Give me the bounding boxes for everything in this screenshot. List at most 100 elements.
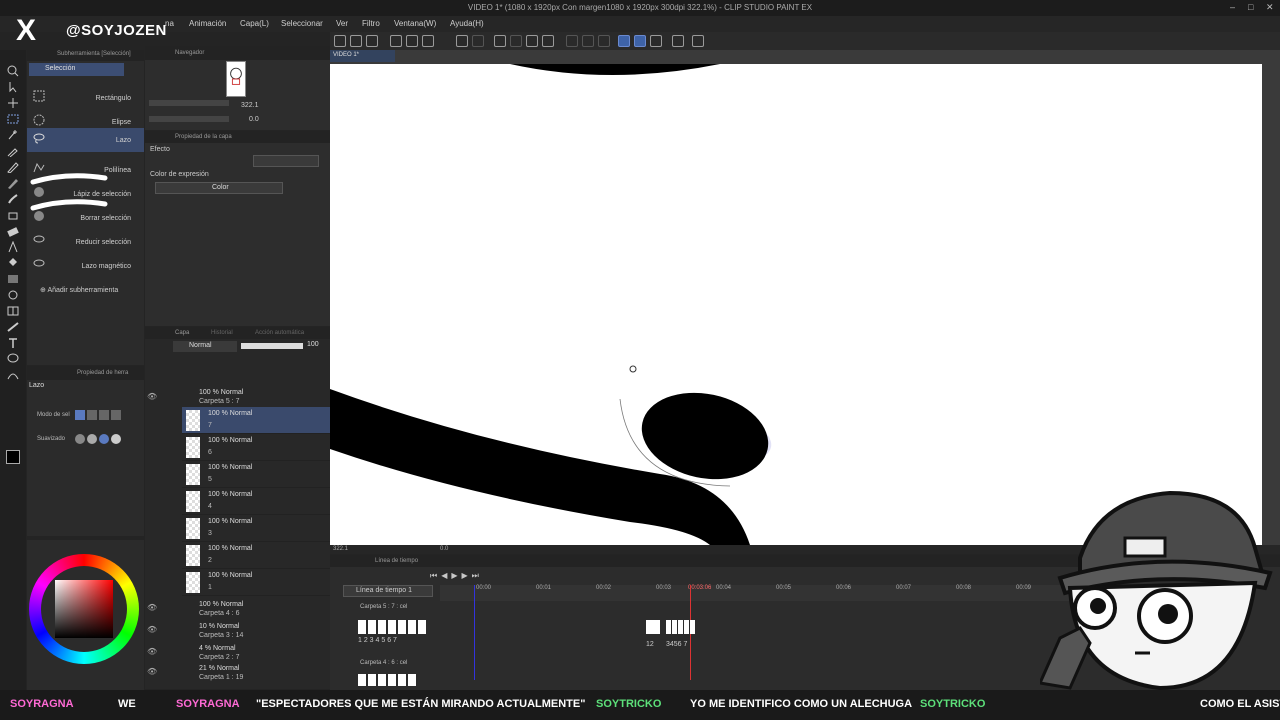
expression-color-select[interactable]: Color bbox=[155, 182, 283, 194]
text-icon[interactable] bbox=[6, 336, 20, 348]
subtool-shrink-selection[interactable]: Reducir selección bbox=[27, 230, 144, 254]
mode-new-icon[interactable] bbox=[75, 410, 85, 420]
operation-icon[interactable] bbox=[6, 80, 20, 93]
undo-icon[interactable] bbox=[456, 35, 468, 47]
blend-mode-select[interactable]: Normal bbox=[173, 341, 237, 352]
layer-row[interactable]: 100 % Normal 7 bbox=[182, 407, 330, 434]
subtool-group-tab[interactable]: Selección bbox=[29, 63, 124, 76]
prev-frame-icon[interactable]: ◀ bbox=[441, 571, 447, 581]
fill-selection-icon[interactable] bbox=[526, 35, 538, 47]
smoothing-weak-icon[interactable] bbox=[87, 434, 97, 444]
figure-icon[interactable] bbox=[6, 288, 20, 300]
layer-row[interactable]: 100 % Normal 6 bbox=[182, 434, 330, 461]
mode-intersect-icon[interactable] bbox=[111, 410, 121, 420]
clear-icon[interactable] bbox=[510, 35, 522, 47]
move-layer-icon[interactable] bbox=[6, 96, 20, 108]
eye-icon[interactable]: 👁 bbox=[147, 667, 157, 676]
close-icon[interactable]: ✕ bbox=[1266, 2, 1274, 13]
layer-row[interactable]: 100 % Normal 4 bbox=[182, 488, 330, 515]
subtool-rectangle[interactable]: Rectángulo bbox=[27, 86, 144, 110]
minimize-icon[interactable]: – bbox=[1230, 2, 1235, 12]
opacity-slider[interactable] bbox=[241, 343, 303, 349]
save-icon[interactable] bbox=[390, 35, 402, 47]
canvas-tab[interactable]: VIDEO 1* bbox=[330, 50, 395, 62]
loading-icon[interactable] bbox=[494, 35, 506, 47]
smoothing-medium-icon[interactable] bbox=[99, 434, 109, 444]
open-file-icon[interactable] bbox=[366, 35, 378, 47]
track2-cels[interactable] bbox=[358, 674, 418, 686]
layer-list-icon[interactable] bbox=[672, 35, 684, 47]
timeline-select[interactable]: Línea de tiempo 1 bbox=[343, 585, 433, 597]
main-color-swatch[interactable] bbox=[6, 450, 20, 464]
export-icon[interactable] bbox=[406, 35, 418, 47]
menu-item-ayuda[interactable]: Ayuda(H) bbox=[450, 19, 484, 28]
new-file-icon[interactable] bbox=[350, 35, 362, 47]
tab-historial[interactable]: Historial bbox=[211, 330, 233, 336]
tab-capa[interactable]: Capa bbox=[175, 330, 189, 336]
track1-cels-c[interactable] bbox=[666, 620, 696, 634]
menu-icon[interactable] bbox=[334, 35, 346, 47]
play-icon[interactable]: ▶ bbox=[451, 571, 457, 581]
layer-folder[interactable]: 👁 21 % Normal Carpeta 1 : 19 bbox=[145, 663, 330, 685]
add-subtool-button[interactable]: ⊕ Añadir subherramienta bbox=[40, 286, 118, 294]
pencil-icon[interactable] bbox=[6, 176, 20, 189]
fill-bucket-icon[interactable] bbox=[6, 256, 20, 268]
eraser-icon[interactable] bbox=[6, 224, 20, 237]
track1-cels-a[interactable] bbox=[358, 620, 426, 634]
menu-item-capa[interactable]: Capa(L) bbox=[240, 19, 269, 28]
eye-icon[interactable]: 👁 bbox=[147, 392, 157, 401]
effect-buttons[interactable] bbox=[253, 155, 319, 167]
redo-icon[interactable] bbox=[472, 35, 484, 47]
eye-icon[interactable]: 👁 bbox=[147, 647, 157, 656]
menu-item-animacion[interactable]: Animación bbox=[189, 19, 226, 28]
next-frame-icon[interactable]: ▶ bbox=[462, 571, 468, 581]
maximize-icon[interactable]: □ bbox=[1248, 2, 1253, 12]
smoothing-none-icon[interactable] bbox=[75, 434, 85, 444]
start-marker[interactable] bbox=[474, 585, 475, 680]
layer-folder[interactable]: 👁 4 % Normal Carpeta 2 : 7 bbox=[145, 643, 330, 665]
eye-icon[interactable]: 👁 bbox=[147, 625, 157, 634]
selection-icon[interactable] bbox=[6, 112, 20, 124]
layer-folder[interactable]: 👁 100 % Normal Carpeta 4 : 6 bbox=[145, 599, 330, 621]
deselect-icon[interactable] bbox=[566, 35, 578, 47]
mode-add-icon[interactable] bbox=[87, 410, 97, 420]
layer-row[interactable]: 100 % Normal 2 bbox=[182, 542, 330, 569]
balloon-icon[interactable] bbox=[6, 352, 20, 364]
zoom-slider[interactable] bbox=[149, 100, 229, 106]
frame-border-icon[interactable] bbox=[6, 304, 20, 316]
drawing-canvas[interactable] bbox=[330, 64, 1262, 545]
tab-accion[interactable]: Acción automática bbox=[255, 330, 304, 336]
gradient-icon[interactable] bbox=[6, 272, 20, 284]
rotation-slider[interactable] bbox=[149, 116, 229, 122]
layer-row[interactable]: 100 % Normal 3 bbox=[182, 515, 330, 542]
show-selection-icon[interactable] bbox=[598, 35, 610, 47]
menu-item-filtro[interactable]: Filtro bbox=[362, 19, 380, 28]
pen-icon[interactable] bbox=[6, 160, 20, 174]
saturation-value-square[interactable] bbox=[55, 580, 113, 638]
snap-ruler-icon[interactable] bbox=[618, 35, 630, 47]
menu-item-seleccionar[interactable]: Seleccionar bbox=[281, 19, 323, 28]
snap-special-ruler-icon[interactable] bbox=[634, 35, 646, 47]
menu-item-ver[interactable]: Ver bbox=[336, 19, 348, 28]
track1-cel-b[interactable] bbox=[646, 620, 660, 634]
layer-folder-open[interactable]: 👁 100 % Normal Carpeta 5 : 7 bbox=[145, 387, 330, 409]
first-frame-icon[interactable]: ⏮ bbox=[430, 571, 437, 581]
navigator-thumbnail[interactable] bbox=[226, 61, 246, 97]
smoothing-strong-icon[interactable] bbox=[111, 434, 121, 444]
timeline-ruler[interactable]: 00:00 00:01 00:02 00:03 00:04 00:05 00:0… bbox=[440, 585, 1080, 680]
layer-folder[interactable]: 👁 10 % Normal Carpeta 3 : 14 bbox=[145, 621, 330, 643]
zoom-icon[interactable] bbox=[6, 64, 20, 77]
menu-item-ventana[interactable]: Ventana(W) bbox=[394, 19, 436, 28]
airbrush-icon[interactable] bbox=[6, 208, 20, 220]
settings-icon[interactable] bbox=[692, 35, 704, 47]
brush-icon[interactable] bbox=[6, 192, 20, 204]
invert-selection-icon[interactable] bbox=[582, 35, 594, 47]
snap-grid-icon[interactable] bbox=[650, 35, 662, 47]
last-frame-icon[interactable]: ⏭ bbox=[472, 571, 479, 581]
subtool-lasso[interactable]: Lazo bbox=[27, 128, 144, 152]
blend-icon[interactable] bbox=[6, 240, 20, 253]
auto-select-icon[interactable] bbox=[6, 128, 20, 140]
layer-row[interactable]: 100 % Normal 1 bbox=[182, 569, 330, 596]
correct-line-icon[interactable] bbox=[6, 368, 20, 380]
layer-row[interactable]: 100 % Normal 5 bbox=[182, 461, 330, 488]
